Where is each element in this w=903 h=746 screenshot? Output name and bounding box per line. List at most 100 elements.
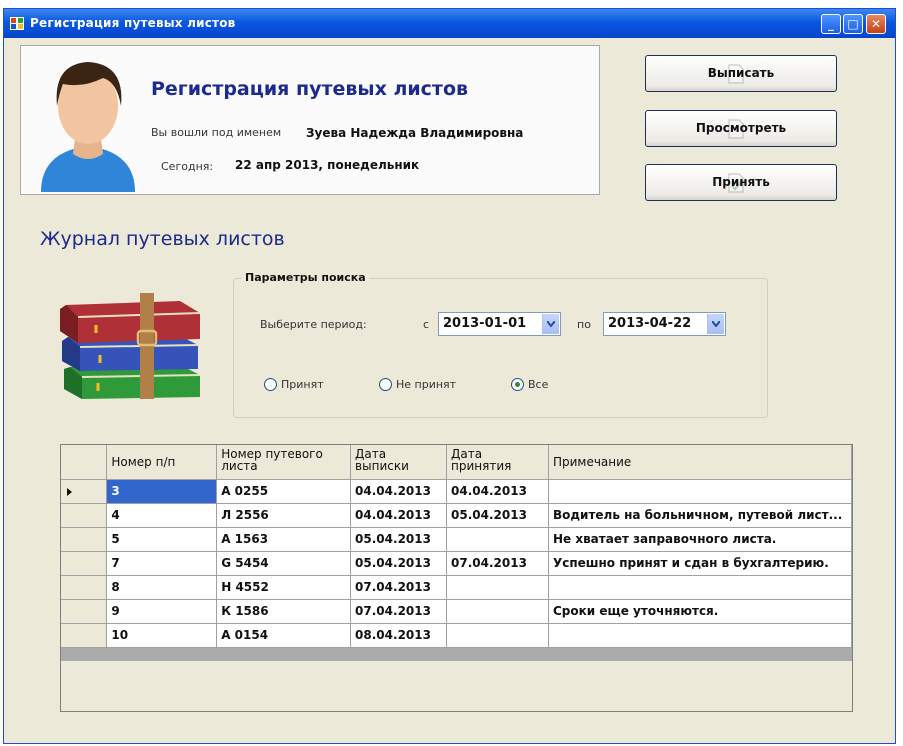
cell-accepted[interactable]: 05.04.2013 (446, 503, 549, 528)
cell-issued[interactable]: 07.04.2013 (350, 599, 448, 624)
table-row[interactable]: 9 К 1586 07.04.2013 Сроки еще уточняются… (61, 599, 852, 624)
cell-accepted[interactable] (446, 599, 549, 624)
cell-sheet[interactable]: К 1586 (216, 599, 352, 624)
row-selector[interactable] (61, 623, 108, 648)
cell-num[interactable]: 9 (106, 599, 218, 624)
cell-issued[interactable]: 04.04.2013 (350, 503, 448, 528)
cell-issued[interactable]: 07.04.2013 (350, 575, 448, 600)
books-icon (60, 293, 201, 399)
row-selector[interactable] (61, 599, 108, 624)
cell-issued[interactable]: 05.04.2013 (350, 527, 448, 552)
cell-note[interactable]: Водитель на больничном, путевой лист... (548, 503, 852, 528)
chevron-down-icon[interactable] (542, 314, 559, 334)
cell-sheet[interactable]: G 5454 (216, 551, 352, 576)
issue-button[interactable]: Выписать (645, 55, 837, 92)
waybill-table: Номер п/п Номер путевого листа Дата выпи… (61, 445, 852, 648)
accept-button[interactable]: Принять (645, 164, 837, 201)
cell-sheet[interactable]: Н 4552 (216, 575, 352, 600)
today-label: Сегодня: (161, 160, 214, 173)
user-info-panel: Регистрация путевых листов Вы вошли под … (20, 45, 600, 195)
cell-num[interactable]: 5 (106, 527, 218, 552)
cell-sheet[interactable]: А 1563 (216, 527, 352, 552)
app-icon (10, 17, 24, 30)
issue-button-label: Выписать (707, 66, 775, 80)
table-header-row: Номер п/п Номер путевого листа Дата выпи… (61, 445, 852, 480)
from-date-picker[interactable]: 2013-01-01 (438, 312, 561, 336)
today-date: 22 апр 2013, понедельник (235, 158, 420, 172)
cell-issued[interactable]: 08.04.2013 (350, 623, 448, 648)
cell-num[interactable]: 7 (106, 551, 218, 576)
to-date-label: по (577, 318, 591, 331)
row-selector[interactable] (61, 575, 108, 600)
cell-sheet[interactable]: А 0255 (216, 479, 352, 504)
cell-note[interactable]: Не хватает заправочного листа. (548, 527, 852, 552)
cell-accepted[interactable]: 07.04.2013 (446, 551, 549, 576)
app-heading: Регистрация путевых листов (151, 78, 469, 100)
period-label: Выберите период: (260, 318, 367, 331)
radio-circle[interactable] (379, 378, 392, 391)
cell-num[interactable]: 10 (106, 623, 218, 648)
radio-accepted[interactable]: Принят (264, 378, 324, 391)
cell-note[interactable]: Сроки еще уточняются. (548, 599, 852, 624)
row-header-corner (61, 445, 108, 480)
cell-sheet[interactable]: А 0154 (216, 623, 352, 648)
table-row[interactable]: 4 Л 2556 04.04.2013 05.04.2013 Водитель … (61, 503, 852, 528)
journal-title: Журнал путевых листов (40, 228, 285, 250)
radio-all-label: Все (528, 378, 549, 391)
window-title: Регистрация путевых листов (30, 16, 236, 30)
minimize-button[interactable]: _ (821, 14, 841, 34)
user-avatar-icon (41, 62, 135, 192)
radio-not-accepted[interactable]: Не принят (379, 378, 456, 391)
row-selector[interactable] (61, 503, 108, 528)
search-params-legend: Параметры поиска (242, 271, 369, 284)
row-selector-arrow-icon[interactable] (61, 479, 108, 504)
cell-note[interactable] (548, 623, 852, 648)
close-button[interactable]: ✕ (866, 14, 886, 34)
to-date-value: 2013-04-22 (608, 316, 692, 331)
column-header-num[interactable]: Номер п/п (106, 445, 218, 480)
cell-num[interactable]: 4 (106, 503, 218, 528)
login-user-name: Зуева Надежда Владимировна (306, 126, 524, 140)
column-header-accepted[interactable]: Дата принятия (446, 445, 549, 480)
column-header-issued[interactable]: Дата выписки (350, 445, 448, 480)
column-header-note[interactable]: Примечание (548, 445, 852, 480)
column-header-sheet[interactable]: Номер путевого листа (216, 445, 352, 480)
radio-accepted-label: Принят (281, 378, 324, 391)
table-row[interactable]: 10 А 0154 08.04.2013 (61, 623, 852, 648)
radio-all[interactable]: Все (511, 378, 548, 391)
cell-accepted[interactable] (446, 575, 549, 600)
search-params-group (233, 278, 768, 418)
table-row[interactable]: 3 А 0255 04.04.2013 04.04.2013 (61, 479, 852, 504)
cell-accepted[interactable] (446, 527, 549, 552)
cell-note[interactable]: Успешно принят и сдан в бухгалтерию. (548, 551, 852, 576)
accept-button-label: Принять (712, 175, 770, 189)
view-button-label: Просмотреть (695, 121, 787, 135)
to-date-picker[interactable]: 2013-04-22 (603, 312, 726, 336)
chevron-down-icon[interactable] (707, 314, 724, 334)
title-bar[interactable]: Регистрация путевых листов _ □ ✕ (4, 9, 895, 38)
radio-circle-selected[interactable] (511, 378, 524, 391)
login-label: Вы вошли под именем (151, 126, 282, 139)
cell-accepted[interactable]: 04.04.2013 (446, 479, 549, 504)
waybill-grid[interactable]: Номер п/п Номер путевого листа Дата выпи… (60, 444, 853, 712)
row-selector[interactable] (61, 527, 108, 552)
grid-empty-area (61, 661, 852, 711)
radio-circle[interactable] (264, 378, 277, 391)
cell-num[interactable]: 3 (106, 479, 218, 504)
maximize-button[interactable]: □ (843, 14, 863, 34)
cell-sheet[interactable]: Л 2556 (216, 503, 352, 528)
cell-note[interactable] (548, 575, 852, 600)
cell-num[interactable]: 8 (106, 575, 218, 600)
table-row[interactable]: 7 G 5454 05.04.2013 07.04.2013 Успешно п… (61, 551, 852, 576)
table-row[interactable]: 5 А 1563 05.04.2013 Не хватает заправочн… (61, 527, 852, 552)
from-date-value: 2013-01-01 (443, 316, 527, 331)
radio-not-accepted-label: Не принят (396, 378, 457, 391)
from-date-label: с (423, 318, 430, 331)
cell-accepted[interactable] (446, 623, 549, 648)
row-selector[interactable] (61, 551, 108, 576)
cell-note[interactable] (548, 479, 852, 504)
view-button[interactable]: Просмотреть (645, 110, 837, 147)
cell-issued[interactable]: 04.04.2013 (350, 479, 448, 504)
cell-issued[interactable]: 05.04.2013 (350, 551, 448, 576)
table-row[interactable]: 8 Н 4552 07.04.2013 (61, 575, 852, 600)
